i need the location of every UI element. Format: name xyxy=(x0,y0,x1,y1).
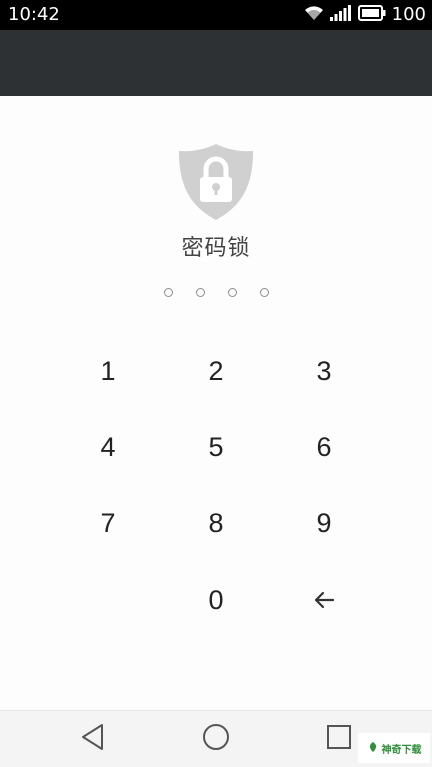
key-3[interactable]: 3 xyxy=(274,341,374,401)
key-5[interactable]: 5 xyxy=(166,417,266,477)
pin-dot xyxy=(163,288,173,297)
watermark-text: 神奇下载 xyxy=(381,744,422,756)
pin-dot xyxy=(195,288,205,297)
key-2[interactable]: 2 xyxy=(166,341,266,401)
wifi-icon xyxy=(304,5,324,25)
battery-percentage: 100 xyxy=(391,4,426,25)
shield-lock-icon xyxy=(176,142,256,222)
key-6[interactable]: 6 xyxy=(274,417,374,477)
key-8[interactable]: 8 xyxy=(166,493,266,553)
key-7[interactable]: 7 xyxy=(58,493,158,553)
home-icon xyxy=(202,723,230,755)
status-time: 10:42 xyxy=(8,4,60,25)
pin-indicator xyxy=(0,288,432,297)
back-button[interactable] xyxy=(73,721,113,757)
key-4[interactable]: 4 xyxy=(58,417,158,477)
navigation-bar: 神奇下载 xyxy=(0,710,432,767)
backspace-arrow-icon xyxy=(313,585,335,616)
watermark-logo: 神奇下载 xyxy=(358,733,430,763)
status-icons: 100 xyxy=(304,4,426,26)
pin-dot xyxy=(227,288,237,297)
key-9[interactable]: 9 xyxy=(274,493,374,553)
key-1[interactable]: 1 xyxy=(58,341,158,401)
status-bar: 10:42 100 xyxy=(0,0,432,30)
lock-title: 密码锁 xyxy=(181,236,251,261)
header-bar xyxy=(0,30,432,96)
watermark-icon xyxy=(367,741,379,756)
signal-icon xyxy=(329,5,352,25)
back-icon xyxy=(80,723,106,755)
backspace-button[interactable] xyxy=(274,570,374,630)
key-0[interactable]: 0 xyxy=(166,570,266,630)
battery-icon xyxy=(357,5,386,25)
home-button[interactable] xyxy=(196,721,236,757)
pin-dot xyxy=(259,288,269,297)
recents-icon xyxy=(326,724,352,754)
recents-button[interactable] xyxy=(319,721,359,757)
